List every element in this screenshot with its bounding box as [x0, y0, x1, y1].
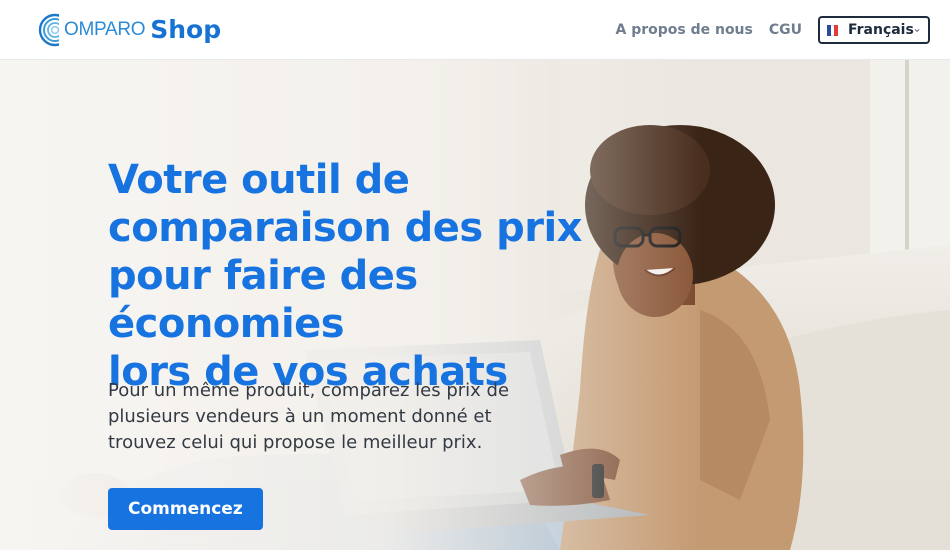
site-header: OMPARO Shop A propos de nous CGU Françai…	[0, 0, 950, 60]
language-select-label: Français	[847, 22, 914, 38]
comparo-shop-logo[interactable]: OMPARO Shop	[38, 12, 221, 48]
hero-title: Votre outil de comparaison des prix pour f…	[108, 156, 628, 396]
hero-title-line: pour faire des économies	[108, 253, 418, 347]
logo-shop-text: Shop	[150, 15, 222, 44]
hero-title-line: comparaison des prix	[108, 205, 582, 251]
top-nav: A propos de nous CGU Français	[615, 15, 930, 45]
hero-description: Pour un même produit, comparez les prix …	[108, 380, 510, 453]
chevron-down-icon	[914, 28, 920, 32]
start-button[interactable]: Commencez	[108, 488, 263, 530]
logo-text: OMPARO	[64, 19, 146, 40]
hero-title-line: Votre outil de	[108, 157, 410, 203]
france-flag-icon	[827, 24, 838, 36]
nav-link-cgu[interactable]: CGU	[769, 15, 802, 45]
hero-section: Votre outil de comparaison des prix pour f…	[0, 60, 950, 550]
nav-link-about[interactable]: A propos de nous	[615, 15, 752, 45]
language-select[interactable]: Français	[818, 16, 930, 44]
